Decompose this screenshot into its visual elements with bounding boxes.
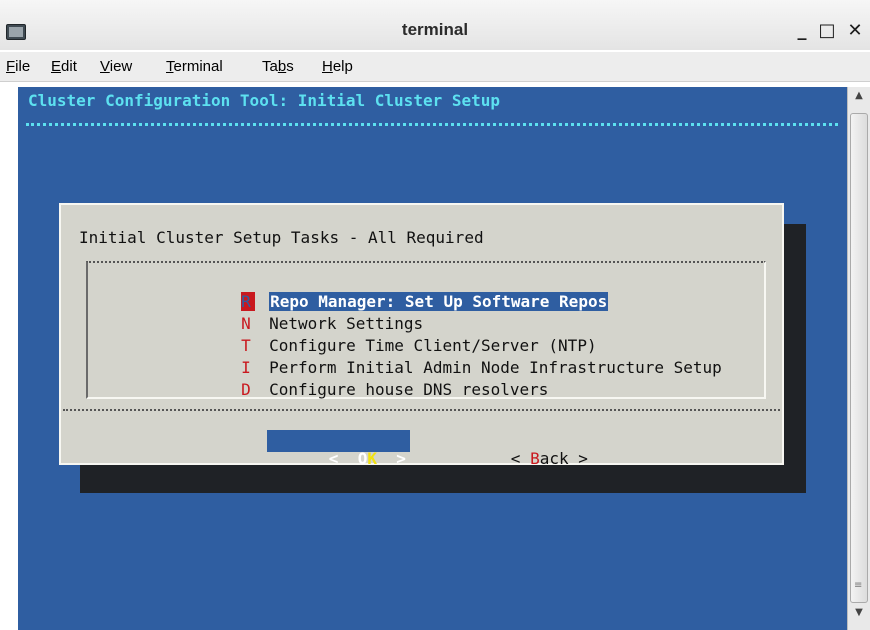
menu-option-dns-resolvers[interactable]: D Configure house DNS resolvers (164, 361, 548, 399)
ok-button-post: > (376, 449, 406, 468)
window-titlebar: terminal _ □ ✕ (0, 0, 870, 50)
terminal-screen[interactable]: Cluster Configuration Tool: Initial Clus… (18, 87, 847, 630)
option-hotkey: D (241, 380, 251, 399)
menu-edit[interactable]: Edit (51, 58, 77, 75)
menu-terminal-label: erminal (173, 58, 223, 75)
menu-tabs-label-pre: Ta (262, 58, 278, 75)
option-label: Configure house DNS resolvers (269, 380, 549, 399)
scroll-up-arrow-icon[interactable]: ▲ (850, 90, 868, 110)
menu-help-label: elp (332, 58, 353, 75)
menu-tabs-label: s (286, 58, 294, 75)
menu-edit-label: dit (61, 58, 77, 75)
setup-tasks-dialog: Initial Cluster Setup Tasks - All Requir… (59, 203, 784, 468)
maximize-button[interactable]: □ (817, 20, 837, 44)
menu-help[interactable]: Help (322, 58, 353, 75)
minimize-button[interactable]: _ (792, 20, 812, 44)
menu-file-mnemonic: F (6, 58, 16, 75)
back-button-post: ack > (539, 449, 588, 468)
menu-terminal-mnemonic: T (166, 58, 174, 75)
tool-title: Cluster Configuration Tool: Initial Clus… (28, 91, 501, 110)
menu-tabs[interactable]: Tabs (262, 58, 294, 75)
back-button-hotkey: B (530, 449, 540, 468)
menu-file-label: ile (15, 58, 31, 75)
dialog-button-divider (63, 409, 780, 411)
ok-button[interactable]: < OK > (267, 430, 410, 468)
back-button-pre: < (510, 449, 531, 468)
menu-edit-mnemonic: E (51, 58, 62, 75)
title-divider (26, 123, 838, 126)
close-button[interactable]: ✕ (845, 20, 865, 44)
scrollbar-grip-icon: ≡ (854, 580, 863, 591)
menu-tabs-mnemonic: b (277, 58, 287, 75)
menu-option-network-settings[interactable]: N Network Settings (164, 295, 423, 333)
menu-option-admin-node-setup[interactable]: I Perform Initial Admin Node Infrastructu… (164, 339, 722, 377)
scrollbar-thumb[interactable]: ≡ (850, 113, 868, 603)
ok-button-pre: < (328, 449, 358, 468)
menu-option-time-ntp[interactable]: T Configure Time Client/Server (NTP) (164, 317, 597, 355)
dialog-heading: Initial Cluster Setup Tasks - All Requir… (79, 228, 484, 247)
ok-button-hotkey: K (367, 449, 377, 468)
menu-view-mnemonic: V (100, 58, 110, 75)
window-title: terminal (401, 20, 469, 39)
back-button[interactable]: < Back > (453, 430, 588, 468)
menu-help-mnemonic: H (322, 58, 333, 75)
terminal-scrollbar[interactable]: ▲ ≡ ▼ (847, 87, 870, 630)
menu-terminal[interactable]: Terminal (166, 58, 223, 75)
menu-view-label: iew (109, 58, 133, 75)
menu-view[interactable]: View (100, 58, 132, 75)
ok-button-text: O (357, 449, 368, 468)
menu-file[interactable]: File (6, 58, 30, 75)
task-menu-list: R Repo Manager: Set Up Software Repos N Ne… (86, 261, 766, 399)
menu-option-repo-manager[interactable]: R Repo Manager: Set Up Software Repos (164, 273, 609, 311)
scroll-down-arrow-icon[interactable]: ▼ (850, 607, 868, 627)
menubar: File Edit View Terminal Tabs Help (0, 52, 870, 82)
